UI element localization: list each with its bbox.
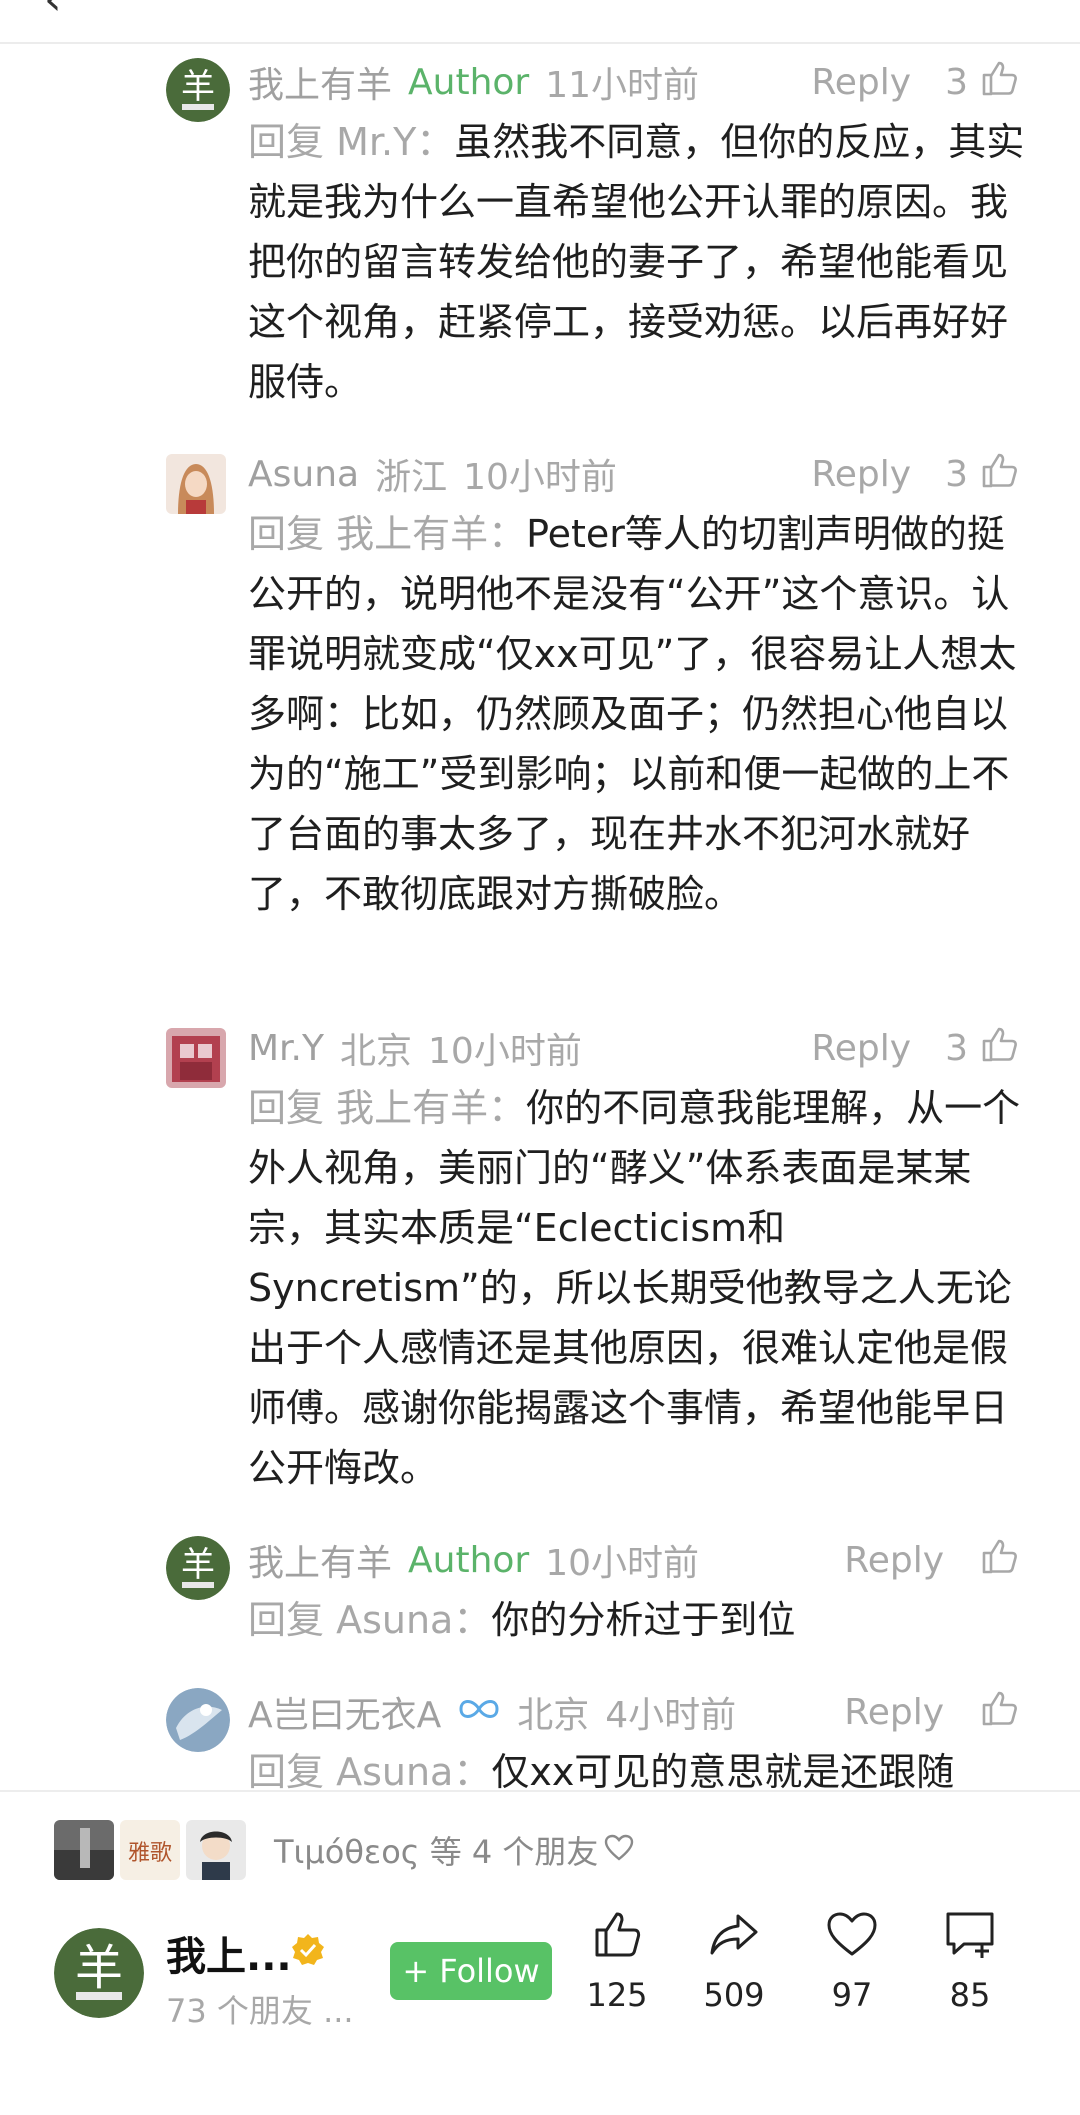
- comment-author-name[interactable]: Asuna: [248, 454, 359, 495]
- reply-button[interactable]: Reply: [811, 1028, 911, 1069]
- thumbs-up-icon[interactable]: [978, 1023, 1020, 1074]
- comment-author-name[interactable]: 我上有羊: [248, 1534, 392, 1586]
- comment-text: 回复 我上有羊：你的不同意我能理解，从一个外人视角，美丽门的“酵义”体系表面是某…: [248, 1086, 1021, 1490]
- infinity-badge-icon: [457, 1692, 501, 1733]
- author-badge: Author: [408, 61, 530, 103]
- share-count: 509: [703, 1976, 765, 2014]
- back-icon[interactable]: ‹: [44, 0, 62, 22]
- share-action[interactable]: 509: [679, 1906, 789, 2014]
- like-count: 3: [945, 453, 968, 495]
- comment-count: 85: [949, 1976, 991, 2014]
- friend-avatar: 雅歌: [120, 1820, 180, 1880]
- avatar[interactable]: 羊: [166, 58, 230, 122]
- verified-badge-icon: [290, 1932, 326, 1968]
- heart-count: 97: [831, 1976, 873, 2014]
- thumbs-up-icon[interactable]: [978, 1687, 1020, 1738]
- comment-item: A岂曰无衣A 北京 4小时前 Reply 回复 Asuna：仅xx可见的意思就是…: [0, 1682, 1080, 1790]
- comment-location: 北京: [340, 1031, 413, 1072]
- heart-action[interactable]: 97: [797, 1906, 907, 2014]
- reply-button[interactable]: Reply: [844, 1692, 944, 1733]
- comment-author-name[interactable]: A岂曰无衣A: [248, 1686, 441, 1738]
- comment-meta: Asuna 浙江 10小时前 Reply 3: [248, 444, 1020, 504]
- comment-time: 10小时前: [428, 1031, 582, 1072]
- like-count: 125: [586, 1976, 648, 2014]
- comment-location: 浙江: [375, 457, 448, 498]
- reply-prefix[interactable]: 回复 我上有羊：: [248, 1086, 526, 1130]
- comment-text: 回复 Asuna：仅xx可见的意思就是还跟随: [248, 1742, 1028, 1790]
- author-profile-row: 羊 我上... 73 个朋友 ... + Follow 125 509 97 8…: [0, 1902, 1080, 2062]
- author-friends-count: 73 个朋友 ...: [166, 1992, 354, 2030]
- like-count: 3: [945, 1027, 968, 1069]
- comment-text: 回复 我上有羊：Peter等人的切割声明做的挺公开的，说明他不是没有“公开”这个…: [248, 512, 1017, 916]
- comment-author-name[interactable]: Mr.Y: [248, 1028, 324, 1069]
- friend-avatar: [186, 1820, 246, 1880]
- svg-text:羊: 羊: [181, 67, 215, 107]
- comment-time: 10小时前: [545, 1543, 700, 1584]
- author-badge: Author: [408, 1539, 530, 1581]
- comment-action[interactable]: 85: [915, 1906, 1025, 2014]
- comment-add-icon: [915, 1906, 1025, 1962]
- friends-liked-text: Τιμόθεος 等 4 个朋友: [274, 1833, 599, 1871]
- comment-time: 10小时前: [463, 457, 617, 498]
- top-bar: ‹: [0, 0, 1080, 44]
- comment-item: Asuna 浙江 10小时前 Reply 3 回复 我上有羊：Peter等人的切…: [0, 444, 1080, 984]
- like-action[interactable]: 125: [562, 1906, 672, 2014]
- reply-button[interactable]: Reply: [844, 1540, 944, 1581]
- reply-button[interactable]: Reply: [811, 62, 911, 103]
- reply-prefix[interactable]: 回复 Asuna：: [248, 1598, 491, 1642]
- avatar[interactable]: [166, 1028, 226, 1088]
- comment-meta: 我上有羊 Author 10小时前 Reply: [248, 1530, 1020, 1590]
- avatar[interactable]: [166, 454, 226, 514]
- bottom-bar: 雅歌 Τιμόθεος 等 4 个朋友 羊 我上... 73 个朋友 ... +…: [0, 1790, 1080, 2115]
- author-avatar[interactable]: 羊: [54, 1928, 144, 2018]
- follow-button[interactable]: + Follow: [390, 1942, 552, 2000]
- heart-small-icon: [604, 1834, 634, 1866]
- comment-item: Mr.Y 北京 10小时前 Reply 3 回复 我上有羊：你的不同意我能理解，…: [0, 1018, 1080, 1498]
- thumbs-up-icon: [562, 1906, 672, 1962]
- comment-item: 羊 我上有羊 Author 11小时前 Reply 3 回复 Mr.Y：虽然我不…: [0, 52, 1080, 422]
- like-count: 3: [945, 61, 968, 103]
- author-name[interactable]: 我上...: [166, 1924, 292, 1982]
- friend-avatar: [54, 1820, 114, 1880]
- comment-meta: 我上有羊 Author 11小时前 Reply 3: [248, 52, 1020, 112]
- thumbs-up-icon[interactable]: [978, 1535, 1020, 1586]
- avatar[interactable]: [166, 1688, 230, 1752]
- comment-location: 北京: [517, 1695, 590, 1736]
- reply-prefix[interactable]: 回复 Mr.Y：: [248, 120, 454, 164]
- comment-item: 羊 我上有羊 Author 10小时前 Reply 回复 Asuna：你的分析过…: [0, 1530, 1080, 1660]
- comment-time: 4小时前: [605, 1695, 737, 1736]
- thumbs-up-icon[interactable]: [978, 57, 1020, 108]
- comment-author-name[interactable]: 我上有羊: [248, 56, 392, 108]
- thumbs-up-icon[interactable]: [978, 449, 1020, 500]
- svg-text:羊: 羊: [181, 1545, 215, 1585]
- comment-time: 11小时前: [545, 65, 700, 106]
- reply-prefix[interactable]: 回复 Asuna：: [248, 1750, 491, 1790]
- reply-button[interactable]: Reply: [811, 454, 911, 495]
- comment-meta: A岂曰无衣A 北京 4小时前 Reply: [248, 1682, 1020, 1742]
- reply-prefix[interactable]: 回复 我上有羊：: [248, 512, 526, 556]
- svg-text:雅歌: 雅歌: [128, 1841, 172, 1866]
- share-arrow-icon: [679, 1906, 789, 1962]
- svg-text:羊: 羊: [75, 1940, 123, 1996]
- friends-liked-row[interactable]: 雅歌 Τιμόθεος 等 4 个朋友: [54, 1820, 634, 1880]
- comment-meta: Mr.Y 北京 10小时前 Reply 3: [248, 1018, 1020, 1078]
- comment-text: 回复 Asuna：你的分析过于到位: [248, 1598, 796, 1642]
- avatar[interactable]: 羊: [166, 1536, 230, 1600]
- comment-text: 回复 Mr.Y：虽然我不同意，但你的反应，其实就是我为什么一直希望他公开认罪的原…: [248, 120, 1025, 404]
- heart-icon: [797, 1906, 907, 1962]
